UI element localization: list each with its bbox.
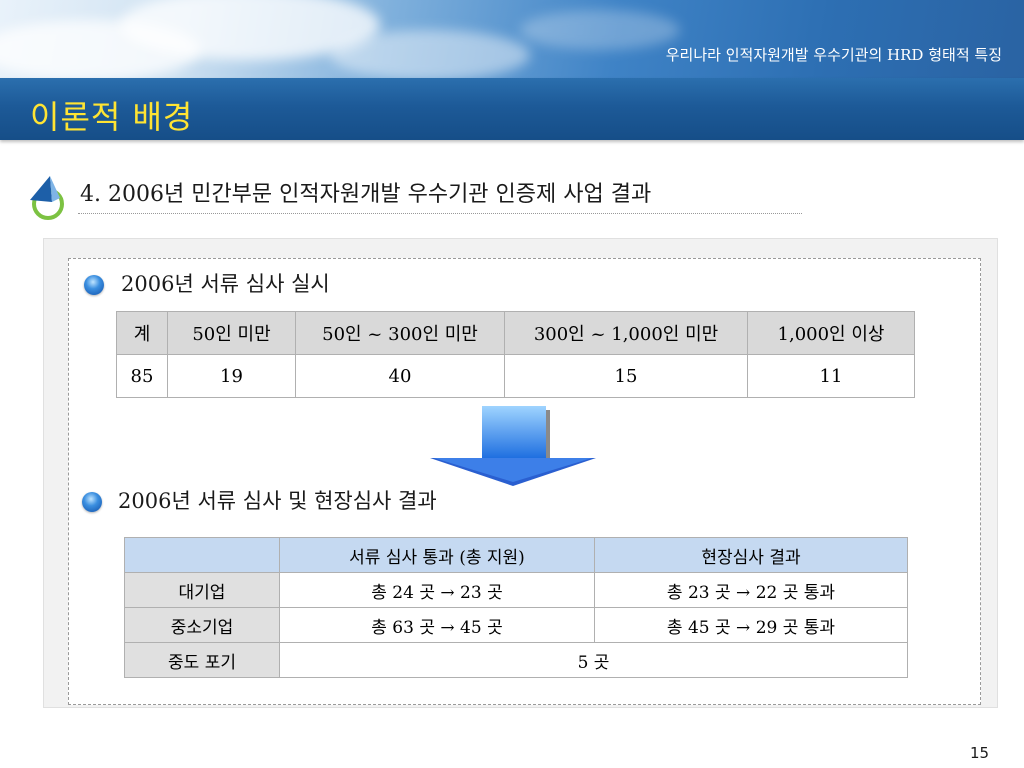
row-label: 중소기업 <box>124 607 280 643</box>
section-marker-icon <box>30 176 64 220</box>
bullet-icon <box>84 275 104 295</box>
section-heading: 4. 2006년 민간부문 인적자원개발 우수기관 인증제 사업 결과 <box>80 182 652 207</box>
table-cell: 5 곳 <box>279 642 908 678</box>
table-cell: 11 <box>747 354 915 398</box>
table-cell: 85 <box>116 354 168 398</box>
table-header-cell: 300인 ~ 1,000인 미만 <box>504 311 748 355</box>
row-label: 중도 포기 <box>124 642 280 678</box>
table-header-cell: 50인 ~ 300인 미만 <box>295 311 505 355</box>
page-number: 15 <box>970 744 990 762</box>
table-cell: 15 <box>504 354 748 398</box>
table-cell: 총 63 곳 → 45 곳 <box>279 607 595 643</box>
table-header-cell: 현장심사 결과 <box>594 537 908 573</box>
table-row: 대기업 총 24 곳 → 23 곳 총 23 곳 → 22 곳 통과 <box>124 572 908 608</box>
row-label: 대기업 <box>124 572 280 608</box>
table-header-cell: 서류 심사 통과 (총 지원) <box>279 537 595 573</box>
down-arrow-icon <box>430 406 596 486</box>
part1-label: 2006년 서류 심사 실시 <box>121 272 330 296</box>
screening-table: 계 50인 미만 50인 ~ 300인 미만 300인 ~ 1,000인 미만 … <box>116 311 915 398</box>
table-row: 중도 포기 5 곳 <box>124 642 908 678</box>
results-table: 서류 심사 통과 (총 지원) 현장심사 결과 대기업 총 24 곳 → 23 … <box>124 537 908 678</box>
table-cell: 40 <box>295 354 505 398</box>
header-subtitle: 우리나라 인적자원개발 우수기관의 HRD 형태적 특징 <box>665 46 1002 64</box>
header-sky-banner <box>0 0 1024 80</box>
table-cell: 총 23 곳 → 22 곳 통과 <box>594 572 908 608</box>
table-row: 중소기업 총 63 곳 → 45 곳 총 45 곳 → 29 곳 통과 <box>124 607 908 643</box>
table-header-cell: 1,000인 이상 <box>747 311 915 355</box>
table-cell: 총 45 곳 → 29 곳 통과 <box>594 607 908 643</box>
table-header-row: 서류 심사 통과 (총 지원) 현장심사 결과 <box>124 537 908 573</box>
table-header-row: 계 50인 미만 50인 ~ 300인 미만 300인 ~ 1,000인 미만 … <box>116 311 915 355</box>
heading-divider <box>78 213 802 214</box>
table-header-cell: 50인 미만 <box>167 311 296 355</box>
bullet-icon <box>82 492 102 512</box>
page-title: 이론적 배경 <box>30 98 194 136</box>
table-row: 85 19 40 15 11 <box>116 354 915 398</box>
table-cell: 19 <box>167 354 296 398</box>
table-cell: 총 24 곳 → 23 곳 <box>279 572 595 608</box>
table-header-cell: 계 <box>116 311 168 355</box>
part2-label: 2006년 서류 심사 및 현장심사 결과 <box>118 489 437 513</box>
table-header-cell <box>124 537 280 573</box>
